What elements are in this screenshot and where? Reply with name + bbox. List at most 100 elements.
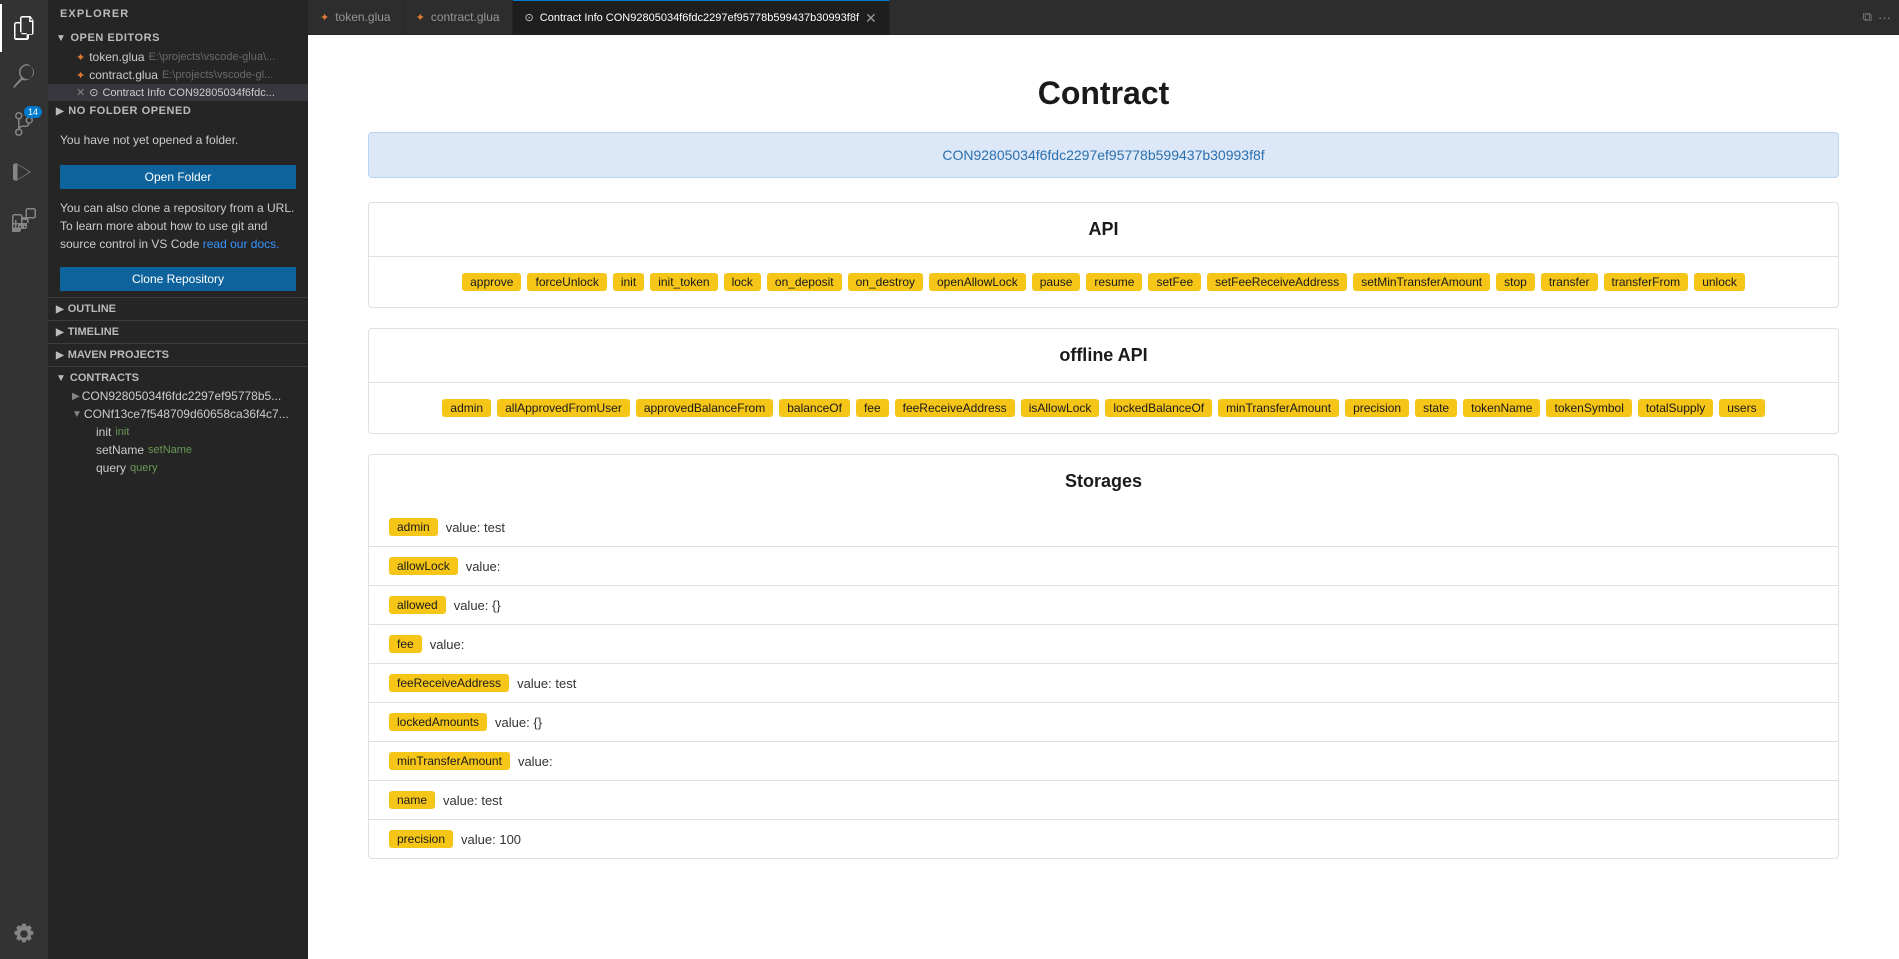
api-tag-transferFrom[interactable]: transferFrom xyxy=(1604,273,1689,291)
read-docs-link[interactable]: read our docs. xyxy=(203,237,280,251)
no-folder-header[interactable]: ▶ NO FOLDER OPENED xyxy=(48,101,308,121)
contract-child-setname[interactable]: setName setName xyxy=(48,441,308,459)
offline-api-tag-balanceOf[interactable]: balanceOf xyxy=(779,399,850,417)
search-icon[interactable] xyxy=(0,52,48,100)
no-folder-label: NO FOLDER OPENED xyxy=(68,105,191,117)
offline-api-tag-approvedBalanceFrom[interactable]: approvedBalanceFrom xyxy=(636,399,773,417)
offline-api-tag-lockedBalanceOf[interactable]: lockedBalanceOf xyxy=(1105,399,1212,417)
more-actions-icon[interactable]: ··· xyxy=(1878,10,1891,25)
offline-api-tag-state[interactable]: state xyxy=(1415,399,1457,417)
contract-child-query-name: query xyxy=(96,461,126,475)
contract-item-2[interactable]: ▼ CONf13ce7f548709d60658ca36f4c7... xyxy=(48,405,308,423)
api-tag-init_token[interactable]: init_token xyxy=(650,273,717,291)
offline-api-tag-feeReceiveAddress[interactable]: feeReceiveAddress xyxy=(895,399,1015,417)
open-folder-button[interactable]: Open Folder xyxy=(60,165,296,189)
storage-key-lockedAmounts: lockedAmounts xyxy=(389,713,487,731)
maven-header[interactable]: ▶ MAVEN PROJECTS xyxy=(48,346,308,364)
no-folder-message: You have not yet opened a folder. xyxy=(60,133,296,147)
clone-repo-button[interactable]: Clone Repository xyxy=(60,267,296,291)
storage-value-lockedAmounts: value: {} xyxy=(495,715,542,730)
storage-value-minTransferAmount: value: xyxy=(518,754,553,769)
file-item-contract[interactable]: ✦ contract.glua E:\projects\vscode-gl... xyxy=(48,66,308,84)
api-tag-setMinTransferAmount[interactable]: setMinTransferAmount xyxy=(1353,273,1490,291)
offline-api-tag-tokenName[interactable]: tokenName xyxy=(1463,399,1540,417)
api-tag-setFeeReceiveAddress[interactable]: setFeeReceiveAddress xyxy=(1207,273,1347,291)
outline-header[interactable]: ▶ OUTLINE xyxy=(48,300,308,318)
settings-icon[interactable] xyxy=(0,911,48,959)
tab-contract-glua[interactable]: ✦ contract.glua xyxy=(404,0,513,35)
contract-child-init-name: init xyxy=(96,425,111,439)
api-tag-approve[interactable]: approve xyxy=(462,273,521,291)
content-area: Contract CON92805034f6fdc2297ef95778b599… xyxy=(308,35,1899,959)
timeline-label: TIMELINE xyxy=(68,326,119,338)
api-tag-stop[interactable]: stop xyxy=(1496,273,1535,291)
outline-label: OUTLINE xyxy=(68,303,116,315)
contracts-chevron: ▼ xyxy=(56,373,66,384)
storage-key-precision: precision xyxy=(389,830,453,848)
extensions-icon[interactable] xyxy=(0,196,48,244)
open-editors-header[interactable]: ▼ OPEN EDITORS xyxy=(48,28,308,48)
offline-api-tag-allApprovedFromUser[interactable]: allApprovedFromUser xyxy=(497,399,630,417)
contract-child-query-sublabel: query xyxy=(130,462,158,474)
offline-api-tag-totalSupply[interactable]: totalSupply xyxy=(1638,399,1713,417)
source-control-icon[interactable]: 14 xyxy=(0,100,48,148)
tab-label-info: Contract Info CON92805034f6fdc2297ef9577… xyxy=(540,12,859,24)
api-tag-init[interactable]: init xyxy=(613,273,644,291)
offline-api-tag-isAllowLock[interactable]: isAllowLock xyxy=(1021,399,1100,417)
sidebar-scroll: ▼ OPEN EDITORS ✦ token.glua E:\projects\… xyxy=(48,28,308,959)
offline-api-tag-fee[interactable]: fee xyxy=(856,399,889,417)
api-tag-on_deposit[interactable]: on_deposit xyxy=(767,273,842,291)
maven-section: ▶ MAVEN PROJECTS xyxy=(48,343,308,366)
api-tag-setFee[interactable]: setFee xyxy=(1148,273,1201,291)
contracts-header[interactable]: ▼ CONTRACTS xyxy=(48,369,308,387)
source-control-badge: 14 xyxy=(24,106,42,118)
api-tag-transfer[interactable]: transfer xyxy=(1541,273,1598,291)
offline-api-tag-tokenSymbol[interactable]: tokenSymbol xyxy=(1546,399,1631,417)
timeline-chevron: ▶ xyxy=(56,327,64,338)
tab-icon-info: ⊙ xyxy=(525,11,534,24)
contract-id-2: CONf13ce7f548709d60658ca36f4c7... xyxy=(84,407,289,421)
file-path-token: E:\projects\vscode-glua\... xyxy=(149,51,276,63)
api-tag-pause[interactable]: pause xyxy=(1032,273,1081,291)
contract-child-query[interactable]: query query xyxy=(48,459,308,477)
offline-api-tag-admin[interactable]: admin xyxy=(442,399,491,417)
tab-label-contract: contract.glua xyxy=(431,10,500,24)
api-tag-lock[interactable]: lock xyxy=(724,273,761,291)
api-tag-on_destroy[interactable]: on_destroy xyxy=(848,273,923,291)
contract-id-box: CON92805034f6fdc2297ef95778b599437b30993… xyxy=(368,132,1839,178)
tab-token-glua[interactable]: ✦ token.glua xyxy=(308,0,404,35)
api-section-title: API xyxy=(369,203,1838,257)
contract-item-1[interactable]: ▶ CON92805034f6fdc2297ef95778b5... xyxy=(48,387,308,405)
tab-close-info[interactable]: ✕ xyxy=(865,11,877,25)
file-item-token[interactable]: ✦ token.glua E:\projects\vscode-glua\... xyxy=(48,48,308,66)
close-contract-info[interactable]: ✕ xyxy=(76,86,85,99)
storage-row-minTransferAmount: minTransferAmount value: xyxy=(369,741,1838,780)
file-item-contract-info[interactable]: ✕ ⊙ Contract Info CON92805034f6fdc... xyxy=(48,84,308,101)
sidebar: EXPLORER ▼ OPEN EDITORS ✦ token.glua E:\… xyxy=(48,0,308,959)
info-icon-contract-info: ⊙ xyxy=(89,86,98,99)
storage-key-minTransferAmount: minTransferAmount xyxy=(389,752,510,770)
timeline-section: ▶ TIMELINE xyxy=(48,320,308,343)
offline-api-tag-precision[interactable]: precision xyxy=(1345,399,1409,417)
tab-contract-info[interactable]: ⊙ Contract Info CON92805034f6fdc2297ef95… xyxy=(513,0,890,35)
storage-value-allowLock: value: xyxy=(466,559,501,574)
storage-row-name: namevalue: test xyxy=(369,780,1838,819)
outline-section: ▶ OUTLINE xyxy=(48,297,308,320)
offline-api-title: offline API xyxy=(369,329,1838,383)
api-tag-resume[interactable]: resume xyxy=(1086,273,1142,291)
timeline-header[interactable]: ▶ TIMELINE xyxy=(48,323,308,341)
offline-api-tag-minTransferAmount[interactable]: minTransferAmount xyxy=(1218,399,1339,417)
storage-value-feeReceiveAddress: value: test xyxy=(517,676,576,691)
file-name-contract-info: Contract Info CON92805034f6fdc... xyxy=(102,87,274,99)
offline-api-tag-users[interactable]: users xyxy=(1719,399,1764,417)
storage-key-admin: admin xyxy=(389,518,438,536)
outline-chevron: ▶ xyxy=(56,304,64,315)
split-editor-icon[interactable]: ⧉ xyxy=(1863,9,1872,25)
api-tag-openAllowLock[interactable]: openAllowLock xyxy=(929,273,1026,291)
files-icon[interactable] xyxy=(0,4,48,52)
contract-child-init[interactable]: init init xyxy=(48,423,308,441)
api-tag-unlock[interactable]: unlock xyxy=(1694,273,1745,291)
storage-value-precision: value: 100 xyxy=(461,832,521,847)
run-icon[interactable] xyxy=(0,148,48,196)
api-tag-forceUnlock[interactable]: forceUnlock xyxy=(527,273,606,291)
